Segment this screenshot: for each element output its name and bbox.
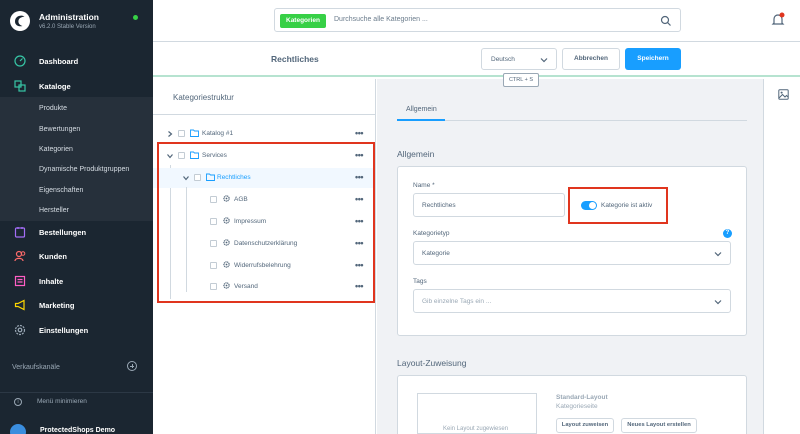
category-type-select[interactable]: Kategorie xyxy=(413,241,731,265)
catalog-icon xyxy=(14,80,26,92)
brand[interactable]: Administration v6.2.0 Stable Version xyxy=(10,8,150,36)
nav-label: Marketing xyxy=(39,300,75,310)
user-profile[interactable]: ProtectedShops Demo xyxy=(10,424,150,434)
category-type-label: Kategorietyp xyxy=(413,230,450,237)
create-layout-button[interactable]: Neues Layout erstellen xyxy=(621,418,697,433)
nav-item-einstellungen[interactable]: Einstellungen xyxy=(0,320,153,340)
avatar xyxy=(10,424,26,434)
help-icon[interactable]: ? xyxy=(723,229,732,238)
nav-item-marketing[interactable]: Marketing xyxy=(0,295,153,315)
search-icon[interactable] xyxy=(660,15,672,27)
user-name: ProtectedShops Demo xyxy=(40,427,116,434)
nav-item-kunden[interactable]: Kunden xyxy=(0,246,153,266)
tree-item-label: Katalog #1 xyxy=(202,130,234,137)
sub-item-hersteller[interactable]: Hersteller xyxy=(39,207,69,214)
divider xyxy=(153,114,375,115)
nav-label: Kataloge xyxy=(39,81,71,91)
context-menu-icon[interactable]: ••• xyxy=(355,128,363,138)
orders-icon xyxy=(14,227,26,238)
search-input[interactable]: Durchsuche alle Kategorien ... xyxy=(334,16,428,23)
no-layout-text: Kein Layout zugewiesen xyxy=(443,426,509,432)
nav-label: Einstellungen xyxy=(39,325,89,335)
layout-preview: Kein Layout zugewiesen xyxy=(417,393,537,434)
name-label: Name * xyxy=(413,182,435,189)
assign-layout-button[interactable]: Layout zuweisen xyxy=(556,418,614,433)
name-input[interactable]: Rechtliches xyxy=(413,193,565,217)
chevron-right-icon[interactable] xyxy=(167,131,173,137)
category-detail-panel: Allgemein Allgemein Name * Rechtliches K… xyxy=(377,79,763,434)
tags-input[interactable]: Gib einzelne Tags ein ... xyxy=(413,289,731,313)
nav-item-inhalte[interactable]: Inhalte xyxy=(0,271,153,291)
sub-item-kategorien[interactable]: Kategorien xyxy=(39,146,73,153)
content-icon xyxy=(14,275,26,287)
chevron-down-icon xyxy=(540,58,548,63)
search-type-badge[interactable]: Kategorien xyxy=(280,14,326,28)
add-sales-channel-icon[interactable] xyxy=(127,361,137,371)
sub-item-bewertungen[interactable]: Bewertungen xyxy=(39,126,80,133)
status-dot-icon xyxy=(133,15,138,20)
tab-general[interactable]: Allgemein xyxy=(397,99,445,121)
tree-checkbox[interactable] xyxy=(178,130,185,137)
chevron-down-icon xyxy=(714,300,722,305)
top-bar: Kategorien Durchsuche alle Kategorien ..… xyxy=(153,0,800,42)
sub-item-produkte[interactable]: Produkte xyxy=(39,105,67,112)
chevron-down-icon xyxy=(714,252,722,257)
search-bar[interactable]: Kategorien Durchsuche alle Kategorien ..… xyxy=(274,8,681,32)
minimize-menu-label: Menü minimieren xyxy=(37,398,87,405)
save-shortcut-tooltip: CTRL + S xyxy=(503,73,539,87)
annotation-highlight-toggle xyxy=(568,187,668,224)
brand-title: Administration xyxy=(39,12,99,22)
nav-label: Bestellungen xyxy=(39,227,87,237)
folder-icon xyxy=(190,129,199,137)
gear-icon xyxy=(14,324,26,336)
page-header: Rechtliches Deutsch Abbrechen Speichern xyxy=(153,42,800,77)
nav-item-dashboard[interactable]: Dashboard xyxy=(0,51,153,71)
annotation-highlight-tree xyxy=(157,142,375,303)
sales-channels-heading: Verkaufskanäle xyxy=(12,364,60,371)
dashboard-icon xyxy=(14,55,26,67)
name-value: Rechtliches xyxy=(422,202,456,209)
tab-label: Allgemein xyxy=(406,106,437,113)
nav-label: Kunden xyxy=(39,251,67,261)
brand-version: v6.2.0 Stable Version xyxy=(39,24,96,30)
nav-item-kataloge[interactable]: Kataloge xyxy=(0,76,153,96)
nav-label: Inhalte xyxy=(39,276,64,286)
category-type-value: Kategorie xyxy=(422,250,450,257)
nav-item-bestellungen[interactable]: Bestellungen xyxy=(0,222,153,242)
sub-item-dynamische-produktgruppen[interactable]: Dynamische Produktgruppen xyxy=(39,166,129,173)
save-button[interactable]: Speichern xyxy=(625,48,681,70)
standard-layout-label: Standard-Layout xyxy=(556,394,608,401)
page-title: Rechtliches xyxy=(271,54,319,64)
tab-bar: Allgemein xyxy=(397,99,747,121)
language-select[interactable]: Deutsch xyxy=(481,48,557,70)
customers-icon xyxy=(14,250,26,262)
minimize-menu-button[interactable]: i Menü minimieren xyxy=(0,392,153,410)
tags-label: Tags xyxy=(413,278,427,285)
catalog-submenu: Produkte Bewertungen Kategorien Dynamisc… xyxy=(0,97,153,221)
cancel-button[interactable]: Abbrechen xyxy=(562,48,620,70)
layout-section-title: Layout-Zuweisung xyxy=(397,358,467,368)
megaphone-icon xyxy=(14,299,25,311)
tree-item-katalog[interactable]: Katalog #1 ••• xyxy=(153,124,375,144)
right-sidebar xyxy=(763,79,800,434)
standard-layout-sub: Kategorieseite xyxy=(556,403,598,410)
language-value: Deutsch xyxy=(491,56,515,63)
shopware-logo-icon xyxy=(10,11,30,31)
image-icon[interactable] xyxy=(778,89,789,100)
info-icon: i xyxy=(14,398,22,406)
tags-placeholder: Gib einzelne Tags ein ... xyxy=(422,298,492,305)
admin-sidebar: Administration v6.2.0 Stable Version Das… xyxy=(0,0,153,434)
sub-item-eigenschaften[interactable]: Eigenschaften xyxy=(39,187,83,194)
general-section-title: Allgemein xyxy=(397,149,435,159)
tree-title: Kategoriestruktur xyxy=(173,93,234,102)
nav-label: Dashboard xyxy=(39,56,79,66)
notification-bell-icon[interactable] xyxy=(771,12,785,28)
